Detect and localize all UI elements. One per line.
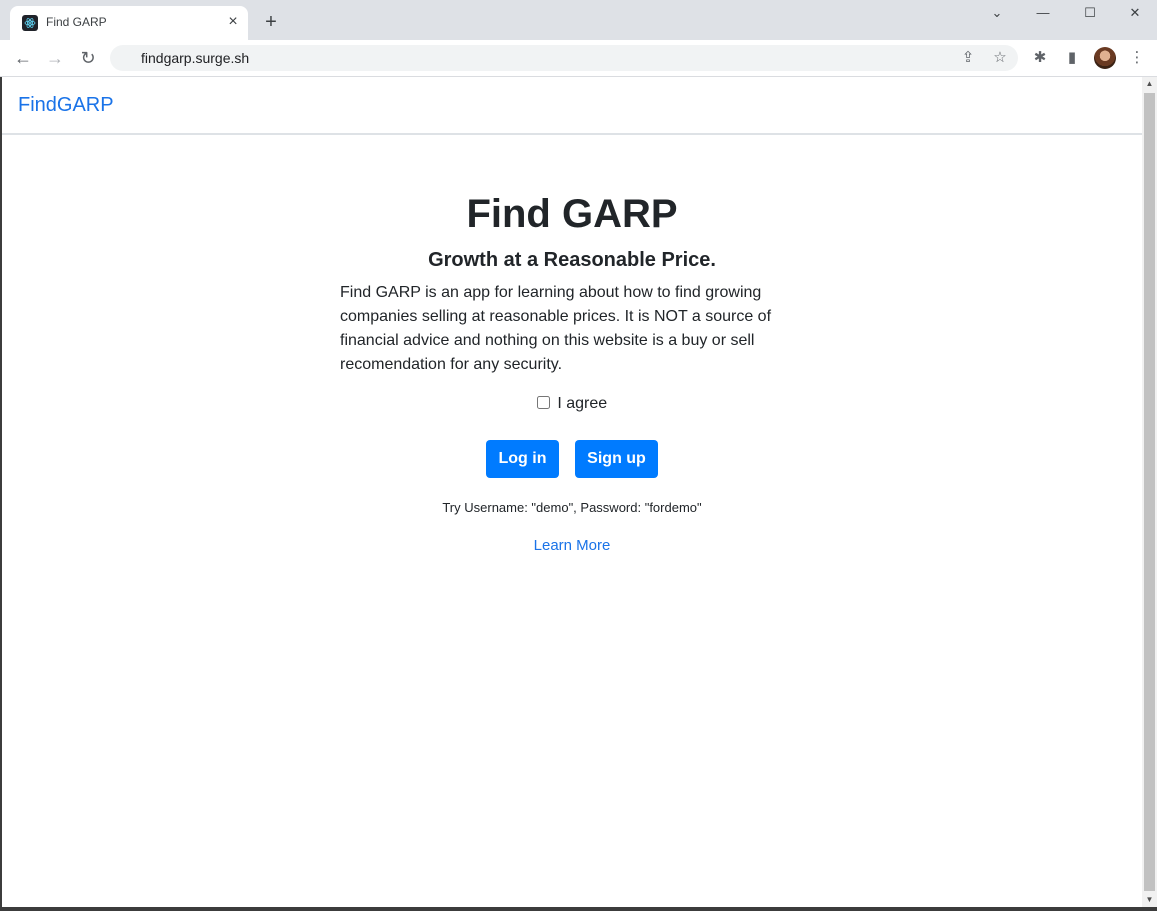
react-favicon-icon [22,15,38,31]
navbar: FindGARP [2,77,1142,135]
learn-more-link[interactable]: Learn More [534,537,611,554]
agree-row: I agree [2,395,1142,413]
page-subtitle: Growth at a Reasonable Price. [428,249,716,271]
forward-icon[interactable]: → [44,47,66,69]
browser-toolbar: ← → ↻ findgarp.surge.sh ⇪ ☆ ✱ ▮ ⋮ [0,40,1157,77]
tab-find-garp[interactable]: Find GARP × [10,6,248,40]
scroll-thumb[interactable] [1144,93,1155,891]
profile-avatar[interactable] [1094,47,1116,69]
learn-more-row: Learn More [2,537,1142,554]
signup-button[interactable]: Sign up [575,440,658,478]
browser-menu-icon[interactable]: ⋮ [1127,48,1147,68]
tab-title: Find GARP [46,15,107,29]
agree-label[interactable]: I agree [557,395,607,412]
tab-close-icon[interactable]: × [224,13,242,31]
side-panel-icon[interactable]: ▮ [1062,48,1082,68]
window-border-bottom [0,907,1157,911]
scroll-up-icon[interactable]: ▲ [1142,77,1157,91]
tab-strip: Find GARP × + ⌄ — ☐ ✕ [0,0,1157,40]
disclaimer-text: Find GARP is an app for learning about h… [340,284,772,373]
page-title: Find GARP [466,192,678,236]
brand-link[interactable]: FindGARP [18,94,114,117]
close-window-icon[interactable]: ✕ [1120,3,1150,23]
back-icon[interactable]: ← [12,47,34,69]
maximize-icon[interactable]: ☐ [1075,3,1105,23]
extensions-icon[interactable]: ✱ [1030,48,1050,68]
share-icon[interactable]: ⇪ [958,48,978,68]
address-text[interactable]: findgarp.surge.sh [141,50,249,66]
bookmark-star-icon[interactable]: ☆ [990,48,1010,68]
agree-checkbox[interactable] [536,396,550,409]
new-tab-icon[interactable]: + [260,11,282,33]
demo-credentials-hint: Try Username: "demo", Password: "fordemo… [442,500,702,515]
login-button[interactable]: Log in [486,440,559,478]
address-bar[interactable]: findgarp.surge.sh ⇪ ☆ [110,45,1018,71]
reload-icon[interactable]: ↻ [77,47,99,69]
page: FindGARP Find GARP Growth at a Reasonabl… [2,77,1142,907]
scroll-down-icon[interactable]: ▼ [1142,893,1157,907]
tab-search-chevron-icon[interactable]: ⌄ [982,3,1012,23]
minimize-icon[interactable]: — [1028,3,1058,23]
vertical-scrollbar[interactable]: ▲ ▼ [1142,77,1157,907]
